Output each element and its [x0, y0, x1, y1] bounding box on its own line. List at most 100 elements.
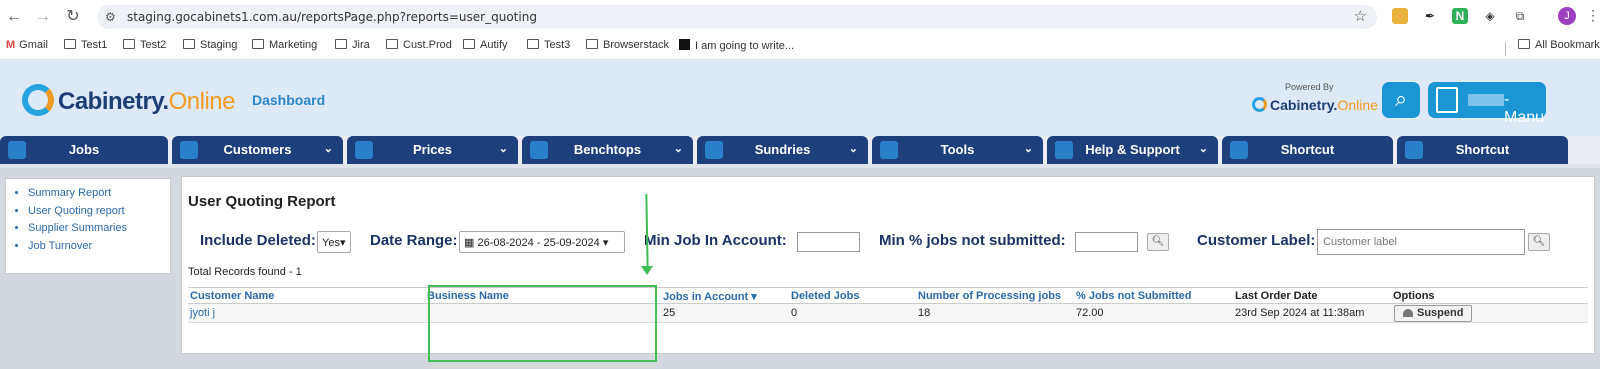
chevron-down-icon: ⌄	[323, 143, 333, 155]
user-menu-button[interactable]: -Manu	[1428, 82, 1546, 126]
eyedropper-icon[interactable]: ✒	[1422, 8, 1438, 24]
col-jobs-in-account[interactable]: Jobs in Account ▾	[663, 290, 757, 303]
redacted-username	[1468, 94, 1504, 106]
min-pct-label: Min % jobs not submitted:	[879, 232, 1066, 249]
sidebar-item-user-quoting-report[interactable]: User Quoting report	[28, 203, 170, 221]
date-range-picker[interactable]: ▦ 26-08-2024 - 25-09-2024 ▾	[459, 231, 625, 253]
search-icon: 🔍︎	[1532, 236, 1546, 247]
report-panel: User Quoting Report Include Deleted: Yes…	[181, 176, 1595, 354]
chevron-down-icon: ⌄	[1198, 143, 1208, 155]
sidebar-item-summary-report[interactable]: Summary Report	[28, 185, 170, 203]
customer-name-link[interactable]: jyoti j	[190, 307, 215, 319]
tab-customers[interactable]: Customers ⌄	[172, 136, 343, 164]
tab-jobs[interactable]: Jobs	[0, 136, 168, 164]
bookmark-test3[interactable]: Test3	[527, 39, 570, 51]
report-table: Customer Name Business Name Jobs in Acco…	[188, 287, 1588, 323]
processing-jobs-cell: 18	[918, 307, 931, 319]
notion-extension-icon[interactable]: N	[1452, 8, 1468, 24]
reports-sidebar: Summary Report User Quoting report Suppl…	[5, 178, 171, 274]
folder-icon	[252, 39, 264, 49]
bookmark-jira[interactable]: Jira	[335, 39, 370, 51]
forward-icon[interactable]: →	[33, 7, 53, 27]
pct-not-submitted-cell: 72.00	[1076, 307, 1104, 319]
last-order-date-cell: 23rd Sep 2024 at 11:38am	[1235, 307, 1365, 319]
folder-icon	[386, 39, 398, 49]
sidebar-item-supplier-summaries[interactable]: Supplier Summaries	[28, 220, 170, 238]
powered-by-label: Powered By	[1285, 82, 1334, 92]
sidebar-item-job-turnover[interactable]: Job Turnover	[28, 238, 170, 256]
search-icon: ⌕	[1394, 86, 1408, 111]
tab-sundries[interactable]: Sundries ⌄	[697, 136, 868, 164]
bookmark-gmail[interactable]: M Gmail	[6, 39, 48, 51]
door-icon	[1436, 87, 1458, 113]
caret-down-icon: ▾	[339, 237, 346, 249]
bookmark-autify[interactable]: Autify	[463, 39, 508, 51]
min-job-input[interactable]	[797, 232, 860, 252]
dashboard-link[interactable]: Dashboard	[252, 92, 325, 108]
col-customer-name[interactable]: Customer Name	[190, 290, 274, 302]
min-pct-input[interactable]	[1075, 232, 1138, 252]
col-last-order-date: Last Order Date	[1235, 290, 1318, 302]
tab-shortcut-2[interactable]: Shortcut	[1397, 136, 1568, 164]
bookmark-staging[interactable]: Staging	[183, 39, 237, 51]
app-logo[interactable]: Cabinetry.Online	[58, 88, 235, 116]
address-bar[interactable]: ⚙ staging.gocabinets1.com.au/reportsPage…	[97, 5, 1377, 29]
min-pct-search-button[interactable]: 🔍︎	[1147, 233, 1169, 251]
tab-shortcut-1[interactable]: Shortcut	[1222, 136, 1393, 164]
chevron-down-icon: ⌄	[1023, 143, 1033, 155]
gmail-icon: M	[6, 39, 16, 51]
chevron-down-icon: ⌄	[848, 143, 858, 155]
search-button[interactable]: ⌕	[1382, 82, 1420, 118]
customer-label-label: Customer Label:	[1197, 232, 1316, 249]
chevron-down-icon: ⌄	[673, 143, 683, 155]
app-header: Cabinetry.Online Dashboard Powered By Ca…	[0, 60, 1600, 136]
include-deleted-select[interactable]: Yes▾	[317, 231, 351, 253]
avatar[interactable]: J	[1558, 7, 1576, 25]
extension-icon[interactable]	[1392, 8, 1408, 24]
folder-icon	[1518, 39, 1530, 49]
bookmark-test2[interactable]: Test2	[123, 39, 166, 51]
powered-by-logo: Cabinetry.Online	[1252, 97, 1378, 113]
page-title: User Quoting Report	[188, 193, 336, 210]
folder-icon	[123, 39, 135, 49]
bookmark-browserstack[interactable]: Browserstack	[586, 39, 669, 51]
folder-icon	[183, 39, 195, 49]
customer-label-search-button[interactable]: 🔍︎	[1528, 233, 1550, 251]
folder-icon	[586, 39, 598, 49]
bookmark-marketing[interactable]: Marketing	[252, 39, 317, 51]
folder-icon	[64, 39, 76, 49]
suspend-button[interactable]: Suspend	[1394, 305, 1473, 322]
folder-icon	[335, 39, 347, 49]
more-menu-icon[interactable]: ⋮	[1586, 7, 1600, 24]
site-info-icon[interactable]: ⚙	[105, 9, 121, 25]
site-favicon-icon	[679, 39, 690, 50]
tab-help-support[interactable]: Help & Support ⌄	[1047, 136, 1218, 164]
col-deleted-jobs[interactable]: Deleted Jobs	[791, 290, 859, 302]
table-header: Customer Name Business Name Jobs in Acco…	[188, 287, 1588, 304]
bookmark-article[interactable]: I am going to write...	[679, 39, 794, 52]
bookmark-test1[interactable]: Test1	[64, 39, 107, 51]
tab-tools[interactable]: Tools ⌄	[872, 136, 1043, 164]
table-row: jyoti j 25 0 18 72.00 23rd Sep 2024 at 1…	[188, 304, 1588, 323]
chevron-down-icon: ⌄	[498, 143, 508, 155]
tab-prices[interactable]: Prices ⌄	[347, 136, 518, 164]
date-range-label: Date Range:	[370, 232, 458, 249]
cabinetry-small-logo-icon	[1252, 97, 1267, 112]
tab-benchtops[interactable]: Benchtops ⌄	[522, 136, 693, 164]
annotation-arrow-head	[641, 266, 653, 275]
main-nav: Jobs Customers ⌄ Prices ⌄ Benchtops ⌄ Sundr…	[0, 136, 1600, 164]
puzzle-icon[interactable]: ⧉	[1512, 8, 1528, 24]
url-text: staging.gocabinets1.com.au/reportsPage.p…	[127, 10, 537, 24]
total-records: Total Records found - 1	[188, 266, 302, 278]
bookmark-cust-prod[interactable]: Cust.Prod	[386, 39, 452, 51]
reload-icon[interactable]: ↻	[63, 7, 83, 27]
bookmark-star-icon[interactable]: ☆	[1354, 7, 1367, 25]
include-deleted-label: Include Deleted:	[200, 232, 316, 249]
bookmark-all-bookmarks[interactable]: All Bookmarks	[1518, 39, 1600, 51]
col-processing-jobs[interactable]: Number of Processing jobs	[918, 290, 1061, 302]
col-pct-not-submitted[interactable]: % Jobs not Submitted	[1076, 290, 1192, 302]
cabinetry-logo-icon	[22, 84, 54, 116]
customer-label-input[interactable]: Customer label	[1317, 229, 1525, 255]
back-icon[interactable]: ←	[4, 7, 24, 27]
sync-extension-icon[interactable]: ◈	[1482, 8, 1498, 24]
